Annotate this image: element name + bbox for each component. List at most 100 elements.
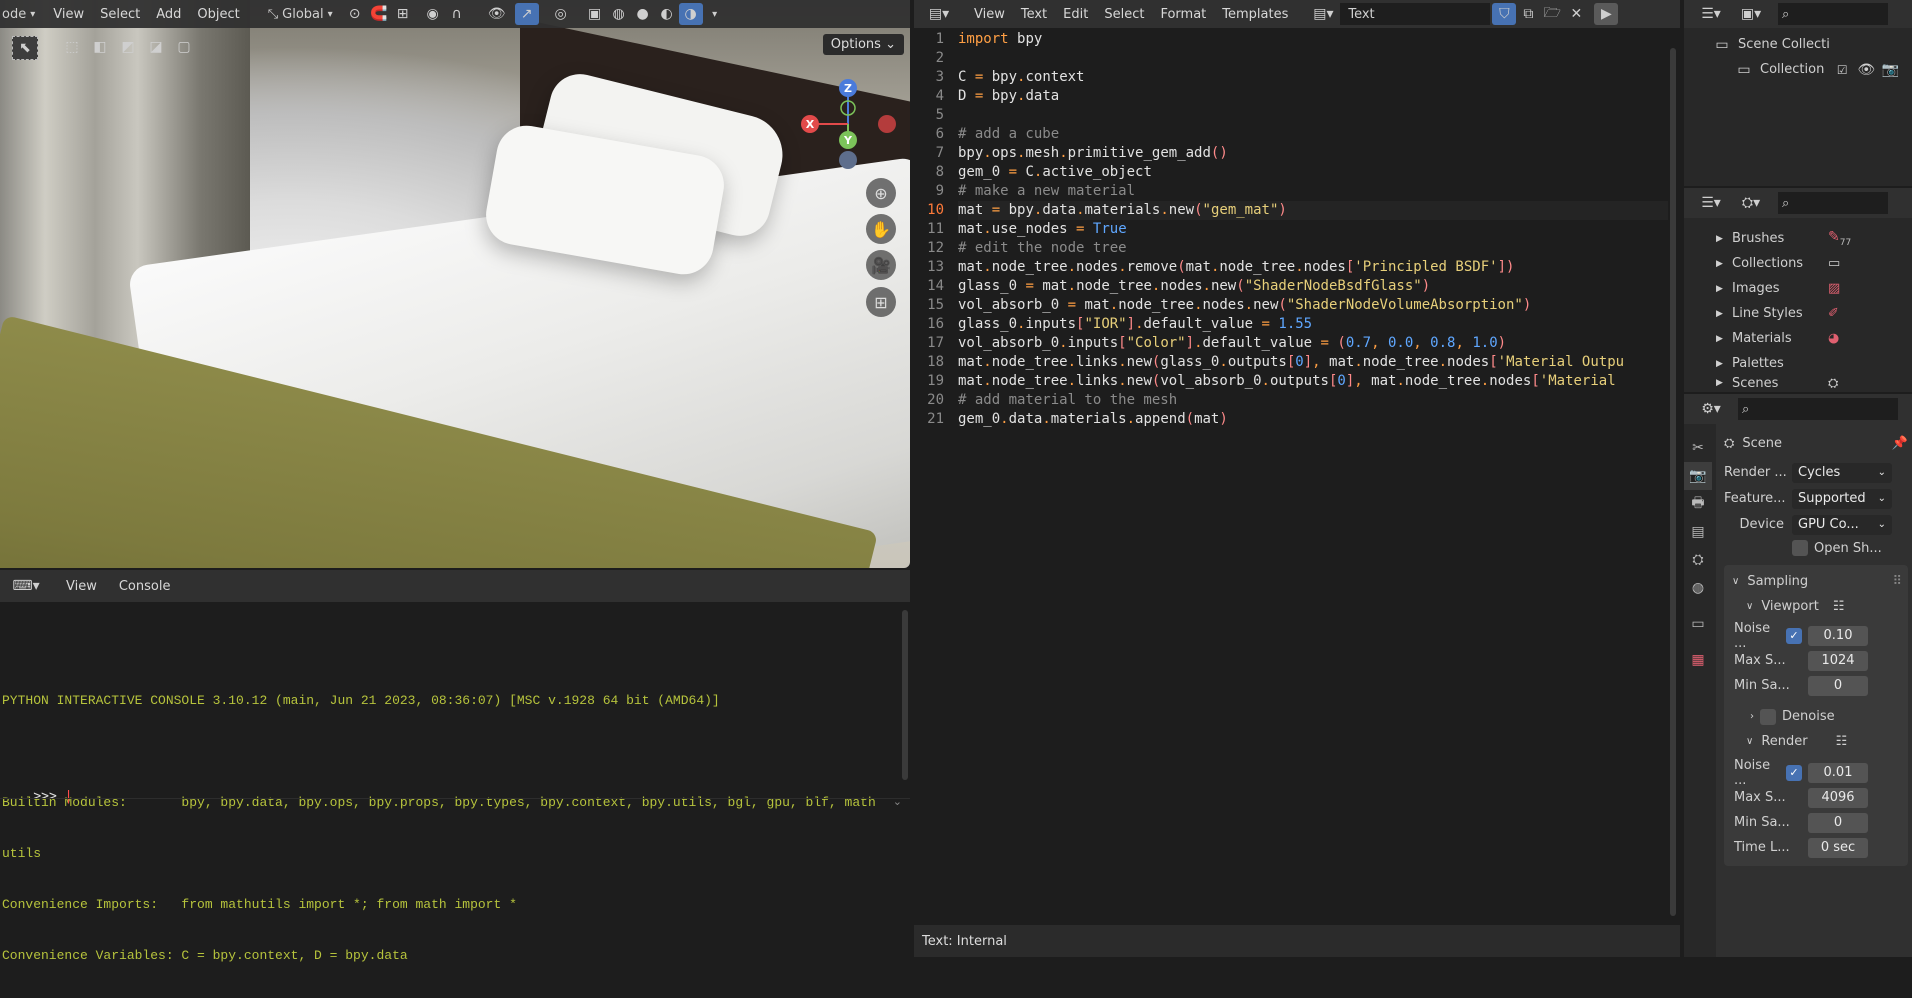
select-extend-icon[interactable]: ◧ [88, 36, 112, 58]
code-line[interactable]: gem_0.data.materials.append(mat) [958, 410, 1668, 429]
pivot-icon[interactable]: ⊙ [343, 3, 367, 25]
editor-menu-select[interactable]: Select [1096, 7, 1152, 22]
render-tab-icon[interactable]: 📷 [1684, 462, 1712, 490]
gizmo-neg-x-axis[interactable] [878, 115, 896, 133]
outliner-type-icon[interactable]: ☰▾ [1694, 3, 1728, 25]
camera-icon[interactable]: 🎥 [866, 250, 896, 280]
render-max-samples-field[interactable]: 4096 [1808, 787, 1868, 808]
code-line[interactable]: mat.node_tree.links.new(vol_absorb_0.out… [958, 372, 1668, 391]
properties-search-input[interactable]: ⌕ [1738, 398, 1898, 420]
gizmo-y-axis[interactable]: Y [839, 131, 857, 149]
collection-row[interactable]: ▭ Collection ☑ 👁 📷 [1732, 57, 1912, 82]
select-new-icon[interactable]: ⬚ [60, 36, 84, 58]
zoom-icon[interactable]: ⊕ [866, 178, 896, 208]
display-mode-icon[interactable]: ▣▾ [1734, 3, 1768, 25]
output-tab-icon[interactable]: 🖶 [1684, 490, 1712, 518]
visibility-icon[interactable]: 👁 [485, 3, 509, 25]
code-line[interactable]: bpy.ops.mesh.primitive_gem_add() [958, 144, 1668, 163]
wireframe-shading-icon[interactable]: ◍ [607, 3, 631, 25]
close-icon[interactable]: ✕ [1564, 3, 1588, 25]
code-line[interactable]: mat = bpy.data.materials.new("gem_mat") [958, 201, 1668, 220]
time-limit-field[interactable]: 0 sec [1808, 837, 1868, 858]
code-line[interactable]: # make a new material [958, 182, 1668, 201]
vp-noise-threshold-checkbox[interactable]: ✓ [1786, 627, 1802, 644]
viewport-subpanel-header[interactable]: ∨ Viewport ☷ [1724, 594, 1908, 619]
navigation-gizmo[interactable]: Z X Y [790, 76, 900, 176]
scene-tab-icon[interactable]: ⛭ [1684, 546, 1712, 574]
chevron-down-icon[interactable]: ⌄ [893, 795, 902, 808]
browser-item-line-styles[interactable]: ▶ Line Styles ✐ [1716, 301, 1912, 326]
browser-item-images[interactable]: ▶ Images ▨ [1716, 276, 1912, 301]
world-tab-icon[interactable]: ◍ [1684, 574, 1712, 602]
code-line[interactable]: vol_absorb_0 = mat.node_tree.nodes.new("… [958, 296, 1668, 315]
code-line[interactable]: # add material to the mesh [958, 391, 1668, 410]
list-icon[interactable]: ☷ [1836, 734, 1848, 749]
outliner-search-input[interactable]: ⌕ [1778, 3, 1888, 25]
code-line[interactable]: mat.use_nodes = True [958, 220, 1668, 239]
code-line[interactable]: mat.node_tree.links.new(glass_0.outputs[… [958, 353, 1668, 372]
display-mode-icon[interactable]: ⛭▾ [1734, 192, 1768, 214]
options-dropdown[interactable]: Options ⌄ [822, 34, 904, 55]
code-line[interactable]: C = bpy.context [958, 68, 1668, 87]
rendered-shading-icon[interactable]: ◑ [678, 3, 703, 25]
code-line[interactable] [958, 49, 1668, 68]
console-menu-console[interactable]: Console [111, 579, 179, 594]
new-text-icon[interactable]: ⧉ [1516, 3, 1540, 25]
denoise-subpanel-header[interactable]: › Denoise [1724, 704, 1908, 729]
render-noise-threshold-field[interactable]: 0.01 [1808, 762, 1868, 783]
gizmo-toggle-icon[interactable]: ↗ [514, 3, 539, 25]
code-line[interactable]: import bpy [958, 30, 1668, 49]
gizmo-z-axis[interactable]: Z [839, 79, 857, 97]
list-icon[interactable]: ☷ [1833, 599, 1845, 614]
browser-item-brushes[interactable]: ▶ Brushes ✎77 [1716, 226, 1912, 251]
pan-hand-icon[interactable]: ✋ [866, 214, 896, 244]
outliner-type-icon[interactable]: ☰▾ [1694, 192, 1728, 214]
orientation-dropdown[interactable]: ⤡ Global ▾ [268, 7, 333, 22]
device-select[interactable]: GPU Co... ⌄ [1792, 514, 1892, 535]
code-line[interactable]: # add a cube [958, 125, 1668, 144]
denoise-checkbox[interactable] [1760, 708, 1776, 725]
scene-collection-row[interactable]: ▭ Scene Collecti [1710, 32, 1912, 57]
console-scrollbar[interactable] [902, 610, 908, 780]
camera-render-icon[interactable]: 📷 [1878, 59, 1902, 81]
solid-shading-icon[interactable]: ● [631, 3, 655, 25]
select-invert-icon[interactable]: ◪ [144, 36, 168, 58]
view-layer-tab-icon[interactable]: ▤ [1684, 518, 1712, 546]
render-noise-threshold-checkbox[interactable]: ✓ [1786, 764, 1802, 781]
browser-item-scenes[interactable]: ▶ Scenes ⛭ [1716, 376, 1912, 390]
overlay-icon[interactable]: ◎ [549, 3, 573, 25]
properties-type-icon[interactable]: ⚙▾ [1694, 398, 1728, 420]
eye-icon[interactable]: 👁 [1854, 59, 1878, 81]
drag-handle-icon[interactable]: ⠿ [1892, 574, 1902, 589]
editor-menu-view[interactable]: View [966, 7, 1013, 22]
tool-tab-icon[interactable]: ✂ [1684, 434, 1712, 462]
menu-select[interactable]: Select [92, 7, 148, 22]
snap-icon[interactable]: 🧲 [367, 3, 391, 25]
select-tool-icon[interactable]: ⬉ [12, 36, 38, 60]
collection-tab-icon[interactable]: ▭ [1684, 610, 1712, 638]
proportional-edit-icon[interactable]: ◉ [421, 3, 445, 25]
texture-tab-icon[interactable]: ▦ [1684, 646, 1712, 674]
text-browse-icon[interactable]: ▤▾ [1306, 3, 1340, 25]
code-area[interactable]: import bpy C = bpy.context D = bpy.data #… [958, 30, 1668, 429]
menu-view[interactable]: View [45, 7, 92, 22]
open-shading-toggle[interactable]: Open Sh... [1792, 537, 1908, 559]
editor-menu-edit[interactable]: Edit [1055, 7, 1096, 22]
select-intersect-icon[interactable]: ▢ [172, 36, 196, 58]
code-line[interactable]: glass_0.inputs["IOR"].default_value = 1.… [958, 315, 1668, 334]
code-line[interactable]: D = bpy.data [958, 87, 1668, 106]
blend-file-browser[interactable]: ☰▾ ⛭▾ ⌕ ▶ Brushes ✎77 ▶ Collections ▭ ▶ Image… [1684, 188, 1912, 392]
editor-menu-templates[interactable]: Templates [1214, 7, 1296, 22]
code-line[interactable]: gem_0 = C.active_object [958, 163, 1668, 182]
console-editor-type-icon[interactable]: ⌨▾ [8, 575, 44, 597]
snap-target-icon[interactable]: ⊞ [391, 3, 415, 25]
gizmo-neg-z-axis[interactable] [839, 151, 857, 169]
pin-icon[interactable]: 📌 [1892, 436, 1908, 451]
feature-set-select[interactable]: Supported ⌄ [1792, 488, 1892, 509]
browser-item-palettes[interactable]: ▶ Palettes [1716, 351, 1912, 376]
browser-item-collections[interactable]: ▶ Collections ▭ [1716, 251, 1912, 276]
outliner[interactable]: ☰▾ ▣▾ ⌕ ▭ Scene Collecti ▭ Collection ☑ … [1684, 0, 1912, 186]
python-console[interactable]: ⌨▾ View Console PYTHON INTERACTIVE CONSO… [0, 570, 910, 963]
text-editor-type-icon[interactable]: ▤▾ [922, 3, 956, 25]
render-subpanel-header[interactable]: ∨ Render ☷ [1724, 729, 1908, 754]
